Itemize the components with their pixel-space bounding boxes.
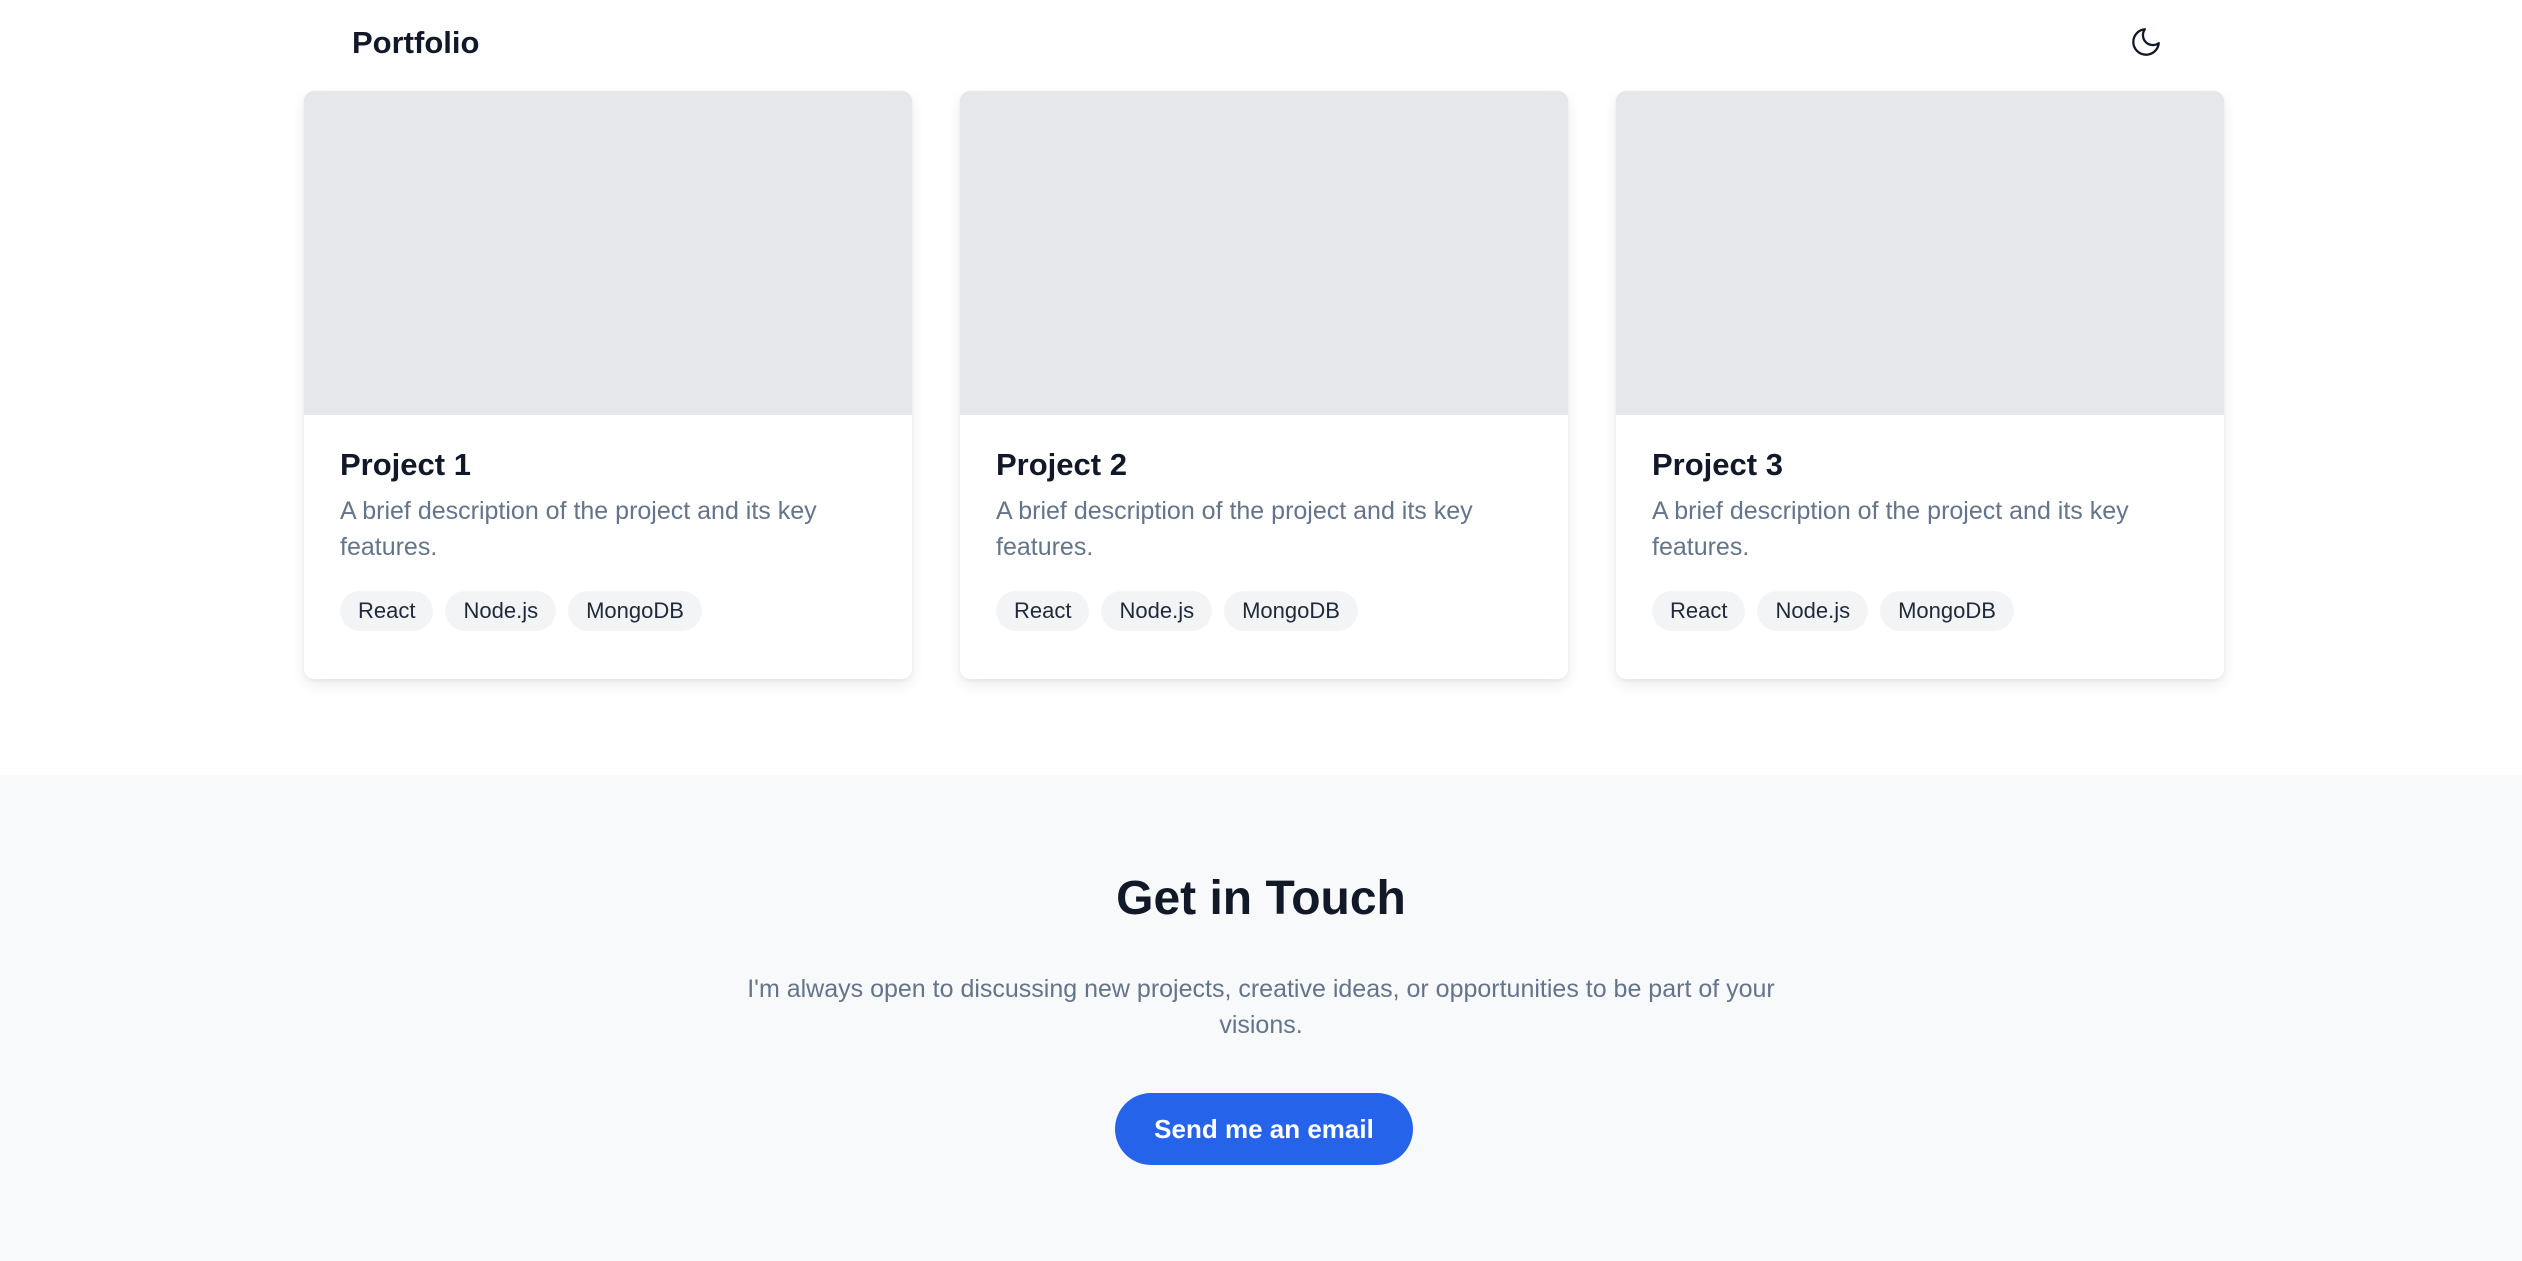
tech-tag: Node.js — [1101, 591, 1213, 631]
moon-icon — [2129, 25, 2163, 62]
site-header: Portfolio — [0, 0, 2522, 90]
project-card[interactable]: Project 2 A brief description of the pro… — [960, 91, 1568, 679]
project-tags: React Node.js MongoDB — [340, 591, 876, 631]
contact-title: Get in Touch — [1116, 872, 1406, 925]
theme-toggle-button[interactable] — [2126, 22, 2166, 64]
project-description: A brief description of the project and i… — [340, 497, 817, 561]
tech-tag: React — [340, 591, 434, 631]
project-card-body: Project 1 A brief description of the pro… — [304, 415, 912, 631]
project-title: Project 1 — [340, 447, 471, 482]
project-card-body: Project 3 A brief description of the pro… — [1616, 415, 2224, 631]
project-title: Project 3 — [1652, 447, 1783, 482]
tech-tag: MongoDB — [568, 591, 702, 631]
tech-tag: React — [996, 591, 1090, 631]
tech-tag: Node.js — [1757, 591, 1869, 631]
brand-logo-text[interactable]: Portfolio — [352, 22, 479, 64]
tech-tag: MongoDB — [1224, 591, 1358, 631]
project-description: A brief description of the project and i… — [1652, 497, 2129, 561]
project-card[interactable]: Project 3 A brief description of the pro… — [1616, 91, 2224, 679]
project-image-placeholder — [960, 91, 1568, 415]
project-image-placeholder — [304, 91, 912, 415]
tech-tag: React — [1652, 591, 1746, 631]
contact-section: Get in Touch I'm always open to discussi… — [0, 775, 2522, 1261]
project-card[interactable]: Project 1 A brief description of the pro… — [304, 91, 912, 679]
project-image-placeholder — [1616, 91, 2224, 415]
tech-tag: MongoDB — [1880, 591, 2014, 631]
tech-tag: Node.js — [445, 591, 557, 631]
send-email-button[interactable]: Send me an email — [1115, 1093, 1413, 1165]
project-card-body: Project 2 A brief description of the pro… — [960, 415, 1568, 631]
contact-description: I'm always open to discussing new projec… — [747, 975, 1775, 1039]
project-description: A brief description of the project and i… — [996, 497, 1473, 561]
project-tags: React Node.js MongoDB — [996, 591, 1532, 631]
project-title: Project 2 — [996, 447, 1127, 482]
project-tags: React Node.js MongoDB — [1652, 591, 2188, 631]
projects-section: Project 1 A brief description of the pro… — [304, 91, 2224, 679]
